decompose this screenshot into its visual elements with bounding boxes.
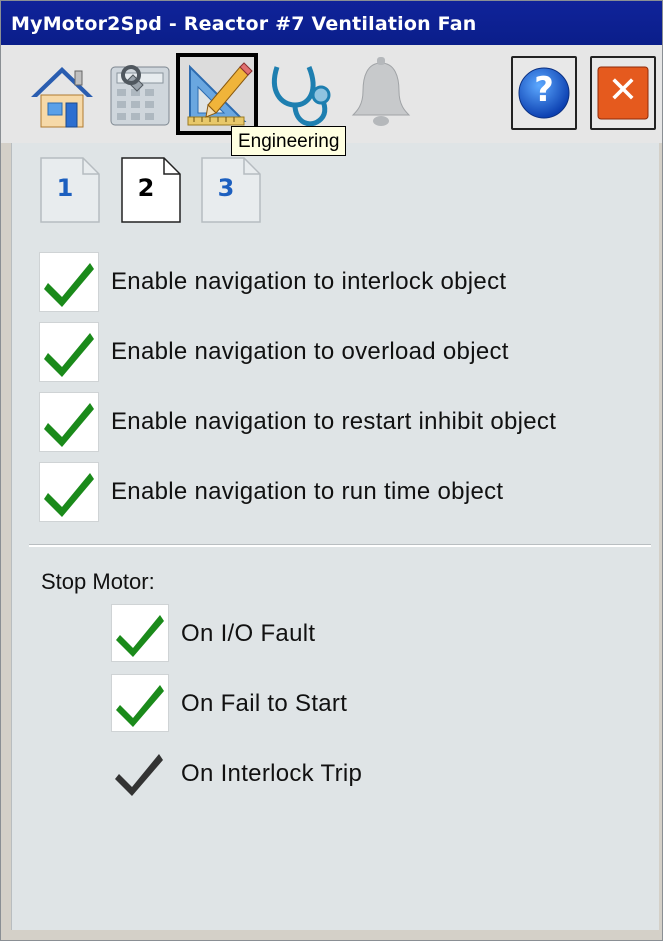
page-tab-1[interactable]: 1 [39,156,100,224]
option-label: Enable navigation to run time object [111,478,504,505]
engineering-tooltip: Engineering [231,126,347,156]
section-divider [29,544,651,547]
checkmark-icon [44,403,94,447]
engineering-button[interactable] [176,53,258,135]
help-glyph: ? [534,70,554,110]
checkbox[interactable] [111,674,169,732]
home-button[interactable] [21,53,103,135]
close-button[interactable]: ✕ [590,56,656,130]
page-tab-2[interactable]: 2 [120,156,181,224]
checkmark-icon [115,754,163,796]
option-label: Enable navigation to restart inhibit obj… [111,408,557,435]
page-tab-3[interactable]: 3 [200,156,261,224]
checkmark-icon [44,333,94,377]
checkbox[interactable] [39,392,99,452]
checkbox-disabled [111,744,169,802]
bell-icon [351,57,411,126]
option-label: Enable navigation to overload object [111,338,509,365]
checkmark-icon [44,263,94,307]
page-tab-1-label: 1 [56,174,74,202]
window-title: MyMotor2Spd - Reactor #7 Ventilation Fan [11,13,477,35]
diagnostics-button[interactable] [263,53,345,135]
stop-motor-label: Stop Motor: [41,569,155,594]
option-label: Enable navigation to interlock object [111,268,507,295]
checkbox[interactable] [39,322,99,382]
alarms-button[interactable] [343,53,425,135]
page-tab-2-label: 2 [137,174,155,202]
checkmark-icon [116,615,164,657]
option-label: On Fail to Start [181,690,348,717]
operator-button[interactable] [103,53,185,135]
engineering-ruler-pencil-icon [187,62,253,126]
checkmark-icon [44,473,94,517]
checkmark-icon [116,685,164,727]
calculator-wrench-icon [110,65,170,126]
close-glyph: ✕ [607,70,639,111]
option-label: On I/O Fault [181,620,316,647]
help-button[interactable]: ? [511,56,577,130]
checkbox[interactable] [39,252,99,312]
engineering-panel [11,143,659,930]
checkbox[interactable] [111,604,169,662]
checkbox[interactable] [39,462,99,522]
title-bar: MyMotor2Spd - Reactor #7 Ventilation Fan [1,1,662,45]
home-icon [31,67,93,128]
option-label: On Interlock Trip [181,760,363,787]
stethoscope-icon [271,66,331,127]
page-tab-3-label: 3 [217,174,235,202]
faceplate-window: MyMotor2Spd - Reactor #7 Ventilation Fan [0,0,663,941]
